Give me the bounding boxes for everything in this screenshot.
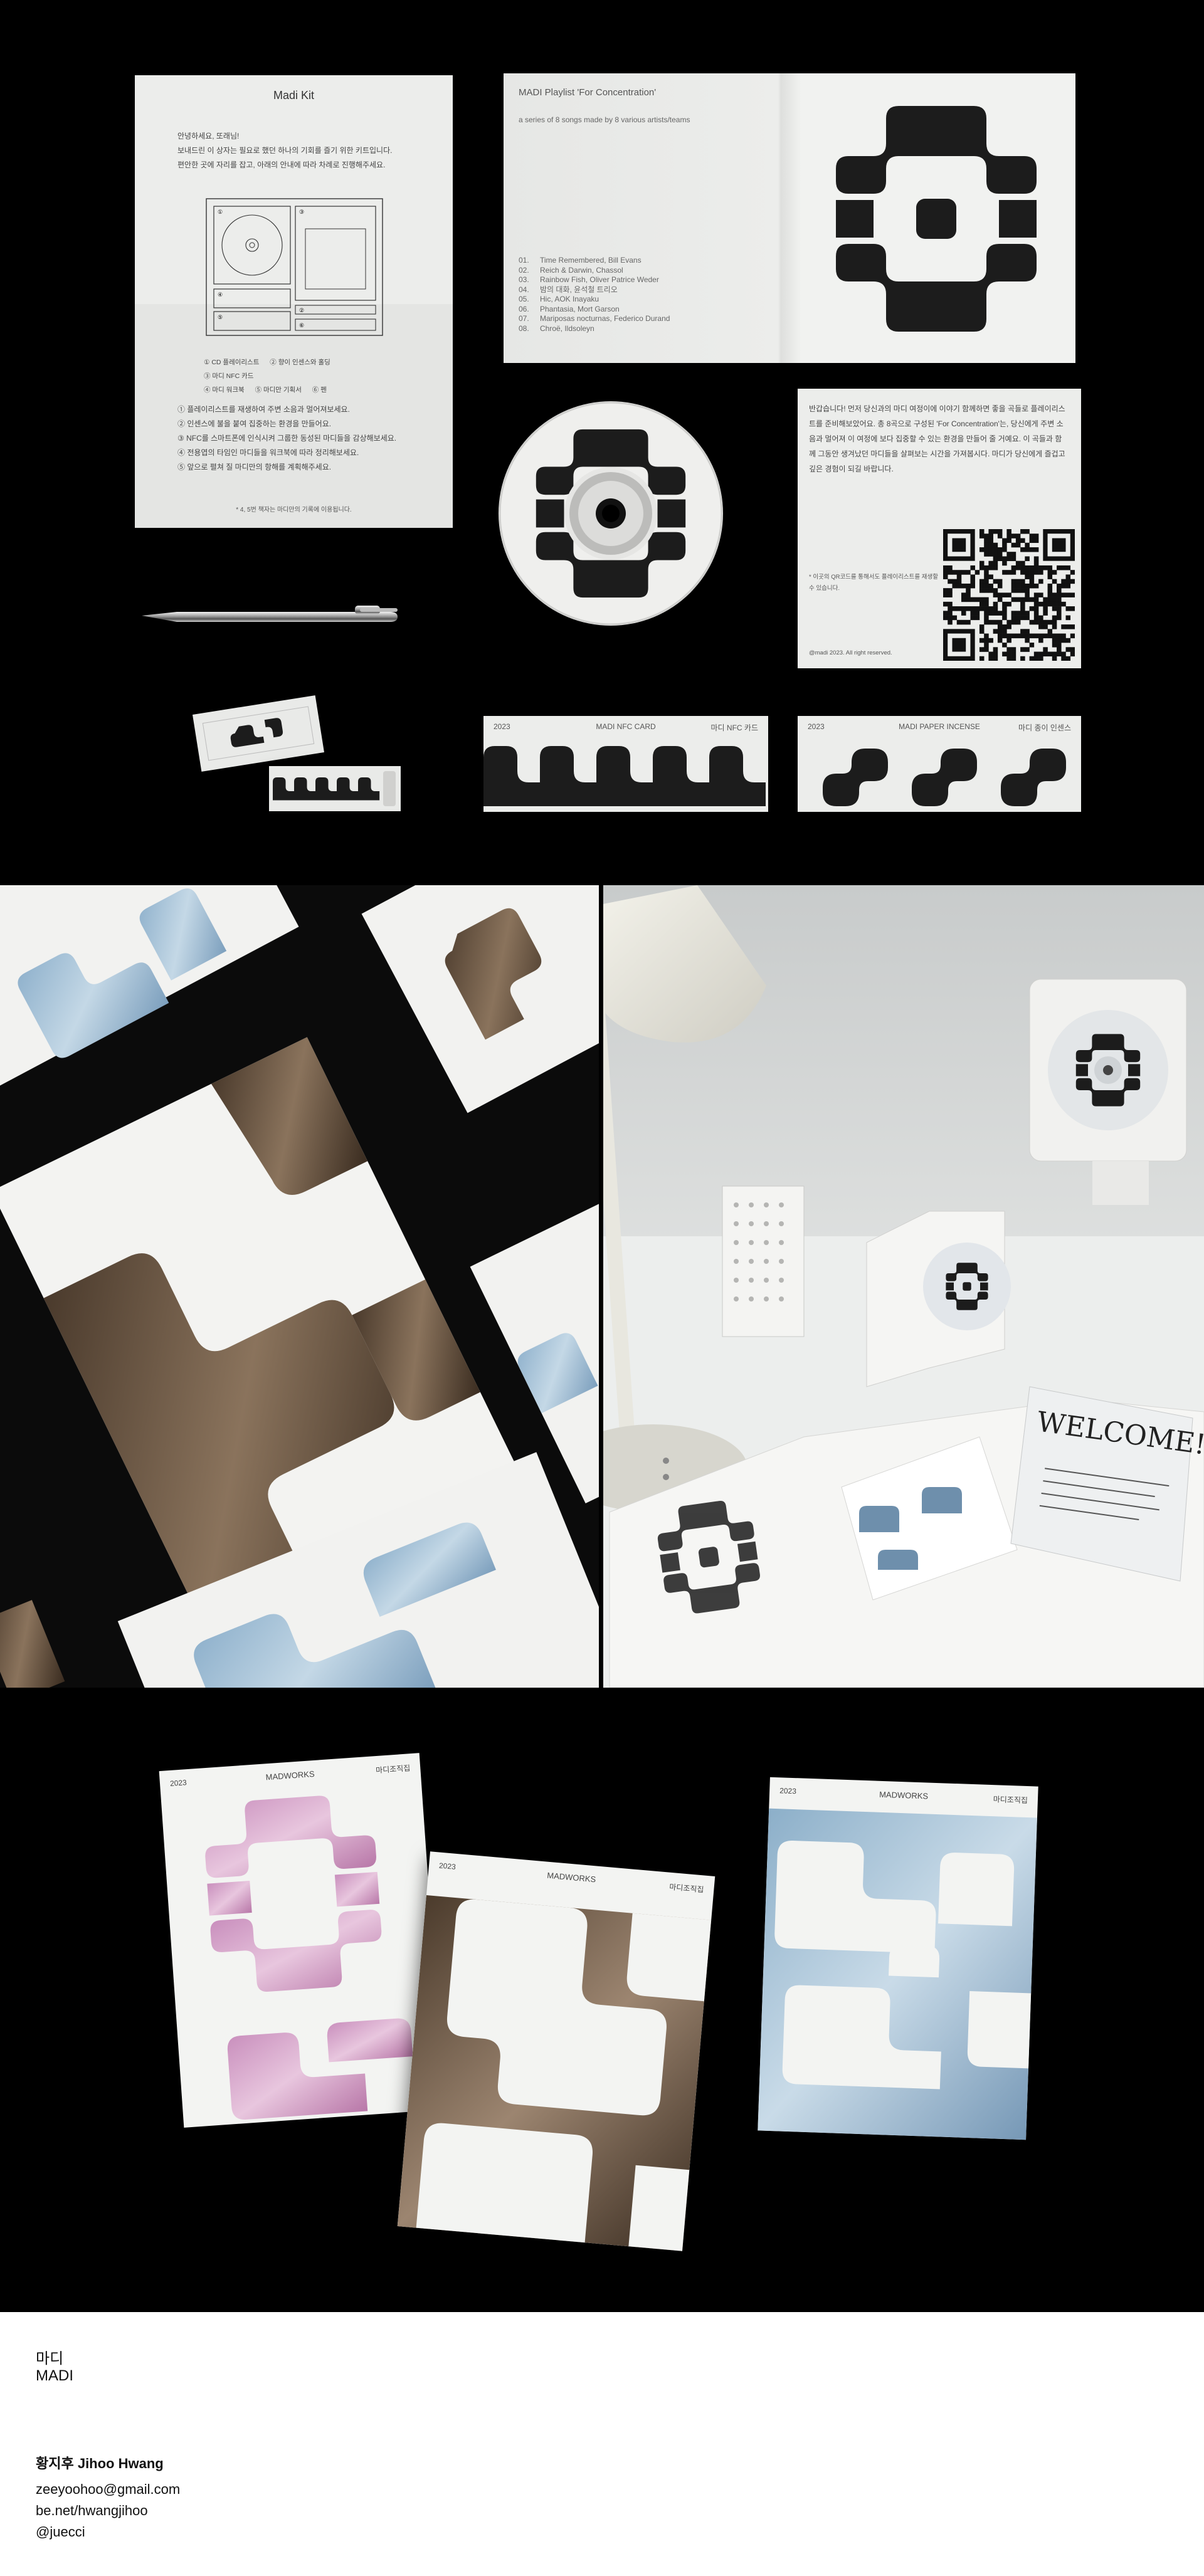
poster-pink: 2023 MADWORKS 마디조직집 bbox=[159, 1753, 445, 2128]
kit-box-diagram: ① ③ ④ ⑤ ② ⑥ bbox=[206, 198, 383, 336]
clip-graphic bbox=[202, 706, 315, 761]
svg-text:②: ② bbox=[299, 307, 304, 313]
project-name-en: MADI bbox=[36, 2367, 73, 2384]
clip-graphic bbox=[273, 771, 396, 806]
svg-text:③: ③ bbox=[299, 209, 304, 215]
svg-text:⑥: ⑥ bbox=[299, 322, 304, 329]
track-number: 01. bbox=[519, 256, 529, 265]
letter-body: 반갑습니다! 먼저 당신과의 마디 여정이에 이야기 함께하면 좋을 곡들로 플… bbox=[809, 404, 1065, 473]
track-title: Reich & Darwin, Chassol bbox=[540, 265, 623, 275]
track-number: 07. bbox=[519, 314, 529, 323]
letter-qr-note: * 이곳의 QR코드를 통해서도 플레이리스트를 재생할 수 있습니다. bbox=[809, 574, 938, 592]
letter-copyright: @madi 2023. All right reserved. bbox=[809, 649, 892, 656]
step-line: ④ 전용엽의 타임인 마디들을 워크북에 따라 정리해보세요. bbox=[177, 448, 359, 457]
intro-line: 안녕하세요, 또래님! bbox=[177, 132, 240, 140]
guide-intro: 안녕하세요, 또래님! 보내드린 이 상자는 필요로 했던 하나의 기회를 즐기… bbox=[177, 129, 428, 172]
clip-piece bbox=[269, 766, 401, 811]
legend-item: ① CD 플레이리스트 bbox=[204, 359, 260, 366]
guide-footnote: * 4, 5번 책자는 마디만의 기록에 이용됩니다. bbox=[236, 507, 352, 513]
track-title: Rainbow Fish, Oliver Patrice Weder bbox=[540, 275, 659, 284]
poster-blue: 2023 MADWORKS 마디조직집 bbox=[758, 1777, 1038, 2140]
madi-symbol bbox=[836, 106, 1037, 332]
track-row: 03. Rainbow Fish, Oliver Patrice Weder bbox=[519, 275, 670, 285]
track-number: 08. bbox=[519, 323, 529, 333]
cd-disc bbox=[499, 401, 723, 626]
poster-closeup-photo bbox=[0, 885, 599, 1688]
track-number: 02. bbox=[519, 265, 529, 275]
playlist-subtitle: a series of 8 songs made by 8 various ar… bbox=[519, 115, 690, 124]
track-number: 06. bbox=[519, 304, 529, 313]
poster-pattern bbox=[397, 1895, 712, 2251]
credits-section: 마디 MADI 황지후 Jihoo Hwang zeeyoohoo@gmail.… bbox=[0, 2312, 1204, 2576]
track-row: 07. Mariposas nocturnas, Federico Durand bbox=[519, 314, 670, 324]
track-title: Mariposas nocturnas, Federico Durand bbox=[540, 314, 670, 323]
svg-text:④: ④ bbox=[218, 292, 223, 298]
pen-image bbox=[142, 606, 398, 622]
author-name: 황지후 Jihoo Hwang bbox=[36, 2456, 164, 2471]
exhibition-graphic: WELCOME! bbox=[603, 885, 1204, 1688]
track-row: 02. Reich & Darwin, Chassol bbox=[519, 266, 670, 276]
poster-pattern bbox=[205, 1795, 413, 2120]
track-row: 01. Time Remembered, Bill Evans bbox=[519, 256, 670, 266]
legend-item: ② 향이 인센스와 홀딩 bbox=[270, 359, 330, 366]
intro-line: 보내드린 이 상자는 필요로 했던 하나의 기회를 즐기 위한 키트입니다. bbox=[177, 146, 393, 155]
playlist-letter: 반갑습니다! 먼저 당신과의 마디 여정이에 이야기 함께하면 좋을 곡들로 플… bbox=[798, 389, 1081, 668]
guide-legend: ① CD 플레이리스트 ② 향이 인센스와 홀딩 ③ 마디 NFC 카드 ④ 마… bbox=[204, 355, 392, 397]
track-row: 06. Phantasia, Mort Garson bbox=[519, 305, 670, 315]
legend-item: ③ 마디 NFC 카드 bbox=[204, 372, 254, 380]
track-number: 04. bbox=[519, 285, 529, 294]
card-name-ko: 마디 NFC 카드 bbox=[710, 723, 759, 732]
track-title: Chroë, Ildsoleyn bbox=[540, 323, 594, 333]
track-list: 01. Time Remembered, Bill Evans 02. Reich … bbox=[519, 256, 670, 334]
track-row: 08. Chroë, Ildsoleyn bbox=[519, 324, 670, 334]
incense-pattern bbox=[823, 749, 1066, 806]
track-title: Hic, AOK Inayaku bbox=[540, 295, 599, 303]
poster-title-ko: 마디조직집 bbox=[993, 1795, 1028, 1806]
kit-guide-sheet: Madi Kit 안녕하세요, 또래님! 보내드린 이 상자는 필요로 했던 하… bbox=[135, 75, 453, 528]
project-name-ko: 마디 bbox=[36, 2350, 64, 2367]
legend-item: ⑤ 마디만 기획서 bbox=[255, 386, 302, 394]
track-row: 04. 밤의 대화, 윤석철 트리오 bbox=[519, 285, 670, 295]
author-instagram-link[interactable]: @juecci bbox=[36, 2524, 85, 2540]
track-title: Time Remembered, Bill Evans bbox=[540, 256, 642, 265]
legend-item: ⑥ 펜 bbox=[312, 386, 327, 394]
track-number: 03. bbox=[519, 275, 529, 284]
svg-text:①: ① bbox=[218, 209, 223, 215]
poster-pattern bbox=[758, 1808, 1037, 2140]
guide-title: Madi Kit bbox=[273, 89, 315, 102]
posters-section: 2023 MADWORKS 마디조직집 2023 MADWORKS 마디조직집 … bbox=[0, 1688, 1204, 2312]
svg-text:⑤: ⑤ bbox=[218, 314, 223, 320]
author-email-link[interactable]: zeeyoohoo@gmail.com bbox=[36, 2481, 180, 2498]
exhibition-photo: WELCOME! bbox=[603, 885, 1204, 1688]
cd-booklet: MADI Playlist 'For Concentration' a seri… bbox=[504, 73, 1075, 363]
track-title: Phantasia, Mort Garson bbox=[540, 304, 620, 313]
wave-pattern bbox=[483, 746, 766, 806]
intro-line: 편안한 곳에 자리를 잡고, 아래의 안내에 따라 차례로 진행해주세요. bbox=[177, 160, 386, 169]
track-number: 05. bbox=[519, 295, 529, 303]
step-line: ③ NFC를 스마트폰에 인식시켜 그룹한 동성된 마디들을 감상해보세요. bbox=[177, 434, 397, 443]
step-line: ① 플레이리스트를 재생하여 주변 소음과 멀어져보세요. bbox=[177, 405, 350, 414]
track-title: 밤의 대화, 윤석철 트리오 bbox=[540, 285, 618, 294]
card-name-ko: 마디 종이 인센스 bbox=[1018, 723, 1071, 732]
cd-disc-graphic bbox=[499, 401, 723, 626]
step-line: ② 인센스에 불을 붙여 집중하는 환경을 만들어요. bbox=[177, 419, 332, 428]
clip-piece bbox=[193, 695, 324, 772]
qr-code bbox=[943, 529, 1075, 661]
author-behance-link[interactable]: be.net/hwangjihoo bbox=[36, 2503, 148, 2519]
guide-steps: ① 플레이리스트를 재생하여 주변 소음과 멀어져보세요. ② 인센스에 불을 … bbox=[177, 402, 428, 475]
kit-flatlay-section: Madi Kit 안녕하세요, 또래님! 보내드린 이 상자는 필요로 했던 하… bbox=[0, 0, 1204, 885]
poster-closeup-graphic bbox=[0, 885, 599, 1688]
legend-item: ④ 마디 워크북 bbox=[204, 386, 245, 394]
playlist-title: MADI Playlist 'For Concentration' bbox=[519, 87, 657, 98]
photo-section: WELCOME! bbox=[0, 885, 1204, 1688]
track-row: 05. Hic, AOK Inayaku bbox=[519, 295, 670, 305]
paper-incense-card: 2023 MADI PAPER INCENSE 마디 종이 인센스 bbox=[798, 716, 1081, 812]
step-line: ⑤ 앞으로 펼쳐 질 마디만의 항해를 계획해주세요. bbox=[177, 463, 332, 471]
poster-brown: 2023 MADWORKS 마디조직집 bbox=[397, 1851, 716, 2251]
nfc-card: 2023 MADI NFC CARD 마디 NFC 카드 bbox=[483, 716, 768, 812]
